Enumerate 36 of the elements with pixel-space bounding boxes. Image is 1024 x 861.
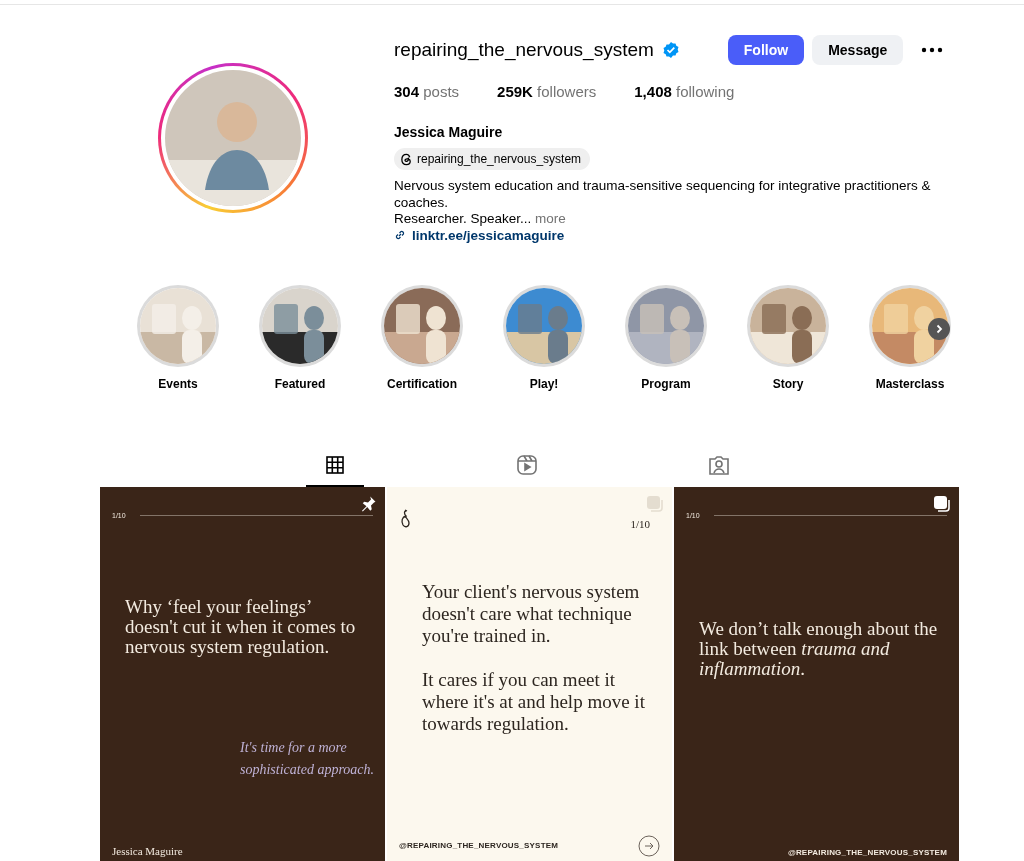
highlight-label: Featured (274, 376, 326, 391)
post-headline: We don’t talk enough about the link between trauma and inflammation. (699, 618, 939, 679)
post-paragraph: It cares if you can meet it where it's at and help move it towards regulation. (422, 668, 646, 735)
stat-count[interactable]: 259K followers (497, 83, 597, 100)
highlight-label: Program (641, 376, 691, 391)
post-subline: It's time for a more sophisticated approach. (240, 738, 376, 779)
display-name: Jessica Maguire (394, 124, 504, 140)
highlight-label: Events (158, 376, 198, 391)
link-icon (394, 229, 406, 241)
highlight-label: Play! (529, 376, 559, 391)
post-paragraph: Your client's nervous system doesn't care what technique you're trained in. (422, 580, 641, 647)
username: repairing_the_nervous_system (394, 39, 654, 61)
post-handle: @REPAIRING_THE_NERVOUS_SYSTEM (399, 841, 559, 850)
post-headline: Why ‘feel your feelings’ doesn't cut it when it comes to nervous system regulation. (125, 596, 357, 657)
highlight-label: Story (772, 376, 804, 391)
reels-icon (515, 453, 538, 476)
signature: Jessica Maguire (112, 844, 183, 857)
tagged-icon (707, 453, 730, 476)
message-button[interactable]: Message (812, 35, 904, 65)
stat-count[interactable]: 304 posts (394, 83, 460, 100)
bio-text: Nervous system education and trauma-sensitive sequencing for integrative practitioners & coaches. (394, 178, 932, 211)
highlight-label: Masterclass (875, 376, 945, 391)
threads-badge[interactable]: repairing_the_nervous_system (394, 148, 591, 170)
more-options-icon[interactable] (921, 47, 944, 53)
profile-link[interactable]: linktr.ee/jessicamaguire (394, 227, 964, 243)
highlight-label: Certification (387, 376, 457, 391)
slide-counter: 1/10 (630, 517, 650, 530)
chevron-icon (934, 323, 944, 334)
more-link[interactable]: more (535, 211, 566, 226)
grid-icon (324, 454, 345, 475)
threads-icon (400, 152, 413, 166)
stat-count[interactable]: 1,408 following (634, 83, 735, 100)
follow-button[interactable]: Follow (727, 35, 805, 65)
bio-text: Researcher. Speaker... (394, 211, 532, 226)
post-handle: @REPAIRING_THE_NERVOUS_SYSTEM (787, 847, 947, 857)
post-tile[interactable]: 1/10 Your client's nervous system doesn't care what technique you're trained in. It cares if you can meet it where it's at and help move it towards regulation. @REPAIRING_THE_NERVOUS_SYSTEM (387, 486, 672, 861)
